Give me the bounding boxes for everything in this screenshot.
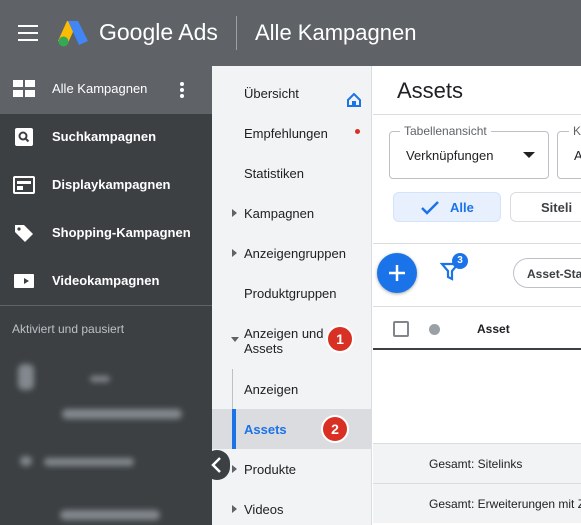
dashboard-icon [13,80,35,97]
sidebar-item-label: Suchkampagnen [52,129,157,144]
toolbar-divider [373,243,581,244]
video-icon [14,274,34,288]
summary-label: Gesamt: Sitelinks [429,457,523,471]
nav-item-ad-groups[interactable]: Anzeigengruppen [212,233,372,273]
nav-item-label: Produktgruppen [244,286,337,301]
sidebar-item-search-campaigns[interactable]: Suchkampagnen [0,114,212,162]
summary-label: Gesamt: Erweiterungen mit Z [429,497,581,511]
second-select-value: A [574,148,581,163]
nav-item-ads[interactable]: Anzeigen [212,369,372,409]
page-title: Alle Kampagnen [255,20,417,45]
sidebar-item-video-campaigns[interactable]: Videokampagnen [0,258,212,306]
notification-dot [355,129,360,134]
chevron-right-icon [232,505,237,513]
sidebar-item-shopping-campaigns[interactable]: Shopping-Kampagnen [0,210,212,258]
nav-item-product-groups[interactable]: Produktgruppen [212,273,372,313]
main-content: Assets Tabellenansicht Verknüpfungen K A… [373,66,581,525]
search-icon [15,128,33,146]
home-icon [347,93,361,107]
nav-item-label: Videos [244,502,284,517]
filter-chip-label: Asset-Sta [527,267,581,281]
chevron-right-icon [232,465,237,473]
blurred-campaign-name [44,458,134,466]
nav-item-overview[interactable]: Übersicht [212,73,372,113]
nav-item-label: Statistiken [244,166,304,181]
nav-item-label: Assets [244,422,287,437]
nav-item-products[interactable]: Produkte [212,449,372,489]
sidebar-divider [0,305,212,306]
table-header: Asset [373,306,581,350]
nav-item-campaigns[interactable]: Kampagnen [212,193,372,233]
top-app-bar: Google Ads Alle Kampagnen [0,0,581,66]
selected-indicator [232,409,236,449]
chevron-right-icon [232,249,237,257]
second-select-legend: K [569,124,581,138]
filter-chip-sitelinks[interactable]: Siteli [510,192,581,222]
blurred-campaign-name [62,409,182,419]
blurred-campaign-name [60,510,160,520]
sidebar-item-label: Displaykampagnen [52,177,171,192]
column-header-asset[interactable]: Asset [477,322,510,336]
filter-chip-all[interactable]: Alle [393,192,501,222]
display-icon [13,176,35,194]
blurred-campaign-status [20,456,32,466]
chevron-down-icon [231,337,239,342]
chip-label: Alle [450,200,474,215]
nav-item-label: Produkte [244,462,297,477]
chip-label: Siteli [541,200,573,215]
step-badge-2: 2 [321,415,349,443]
sidebar-item-display-campaigns[interactable]: Displaykampagnen [0,162,212,210]
chevron-left-icon [211,457,221,473]
page-navigation: Übersicht Empfehlungen Statistiken Kampa… [212,66,372,525]
sidebar-item-label: Alle Kampagnen [52,81,148,96]
plus-icon [389,265,405,281]
step-badge-1: 1 [326,325,354,353]
dropdown-arrow-icon [523,152,535,158]
nav-item-label: Kampagnen [244,206,315,221]
nav-item-label: Anzeigen und Assets [244,326,324,356]
blurred-campaign-name [90,376,110,382]
asset-status-filter-chip[interactable]: Asset-Sta [513,258,581,288]
nav-item-videos[interactable]: Videos [212,489,372,525]
chevron-right-icon [232,209,237,217]
sidebar-section-label: Aktiviert und pausiert [12,322,125,336]
nav-item-label: Übersicht [244,86,299,101]
menu-icon[interactable] [18,25,38,41]
summary-row: Gesamt: Sitelinks [373,443,581,483]
google-ads-logo [58,21,88,47]
campaign-sidebar: Alle Kampagnen Suchkampagnen Displaykamp… [0,66,212,525]
nav-item-label: Anzeigengruppen [244,246,346,261]
status-dot-icon [429,324,440,335]
table-view-value: Verknüpfungen [406,148,494,163]
check-icon [421,201,439,215]
brand-name: Google Ads [99,19,218,45]
collapse-sidebar-button[interactable] [204,450,230,480]
nav-item-label: Anzeigen [244,382,299,397]
nav-item-recommendations[interactable]: Empfehlungen [212,113,372,153]
summary-row: Gesamt: Erweiterungen mit Z [373,483,581,523]
tag-icon [15,225,33,242]
nav-item-statistics[interactable]: Statistiken [212,153,372,193]
table-view-legend: Tabellenansicht [400,124,491,138]
sidebar-item-label: Videokampagnen [52,273,160,288]
sidebar-item-all-campaigns[interactable]: Alle Kampagnen [0,66,212,114]
content-title: Assets [397,78,464,103]
more-vert-icon[interactable] [180,82,186,100]
blurred-campaign-status [18,364,34,390]
sidebar-item-label: Shopping-Kampagnen [52,225,191,240]
nav-item-label: Empfehlungen [244,126,328,141]
add-asset-button[interactable] [377,253,417,293]
select-all-checkbox[interactable] [393,321,409,337]
filter-count-badge: 3 [452,253,468,269]
topbar-divider [236,16,237,50]
title-divider [373,114,581,115]
